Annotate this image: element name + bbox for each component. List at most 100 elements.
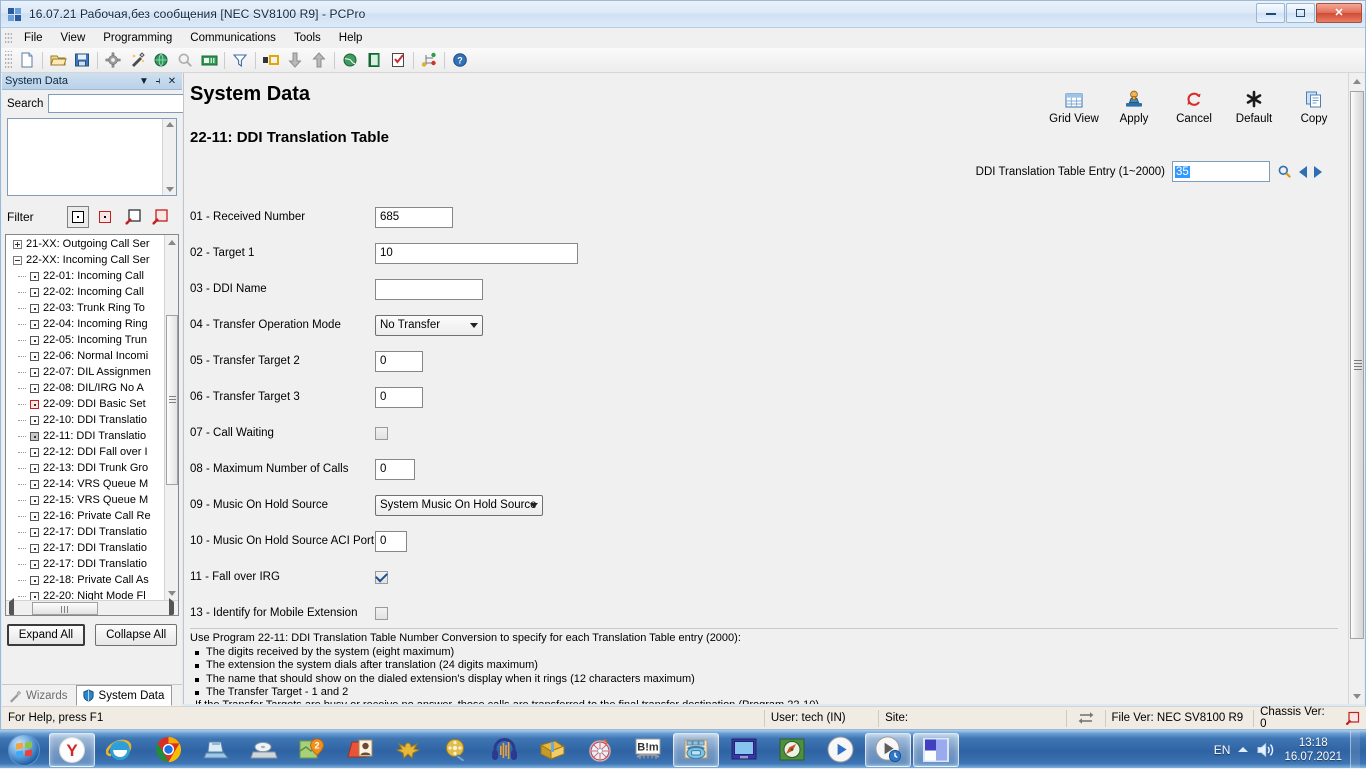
filter-all-icon[interactable]: [67, 206, 88, 228]
field-text-input[interactable]: 0: [375, 387, 423, 408]
show-desktop-button[interactable]: [1350, 731, 1360, 769]
taskbar-scanner[interactable]: [193, 733, 239, 767]
tree-item[interactable]: 22-18: Private Call As: [6, 572, 164, 588]
tree-scroll-up-icon[interactable]: [165, 235, 178, 249]
taskbar-contacts-card[interactable]: [337, 733, 383, 767]
connect-icon[interactable]: [259, 49, 283, 71]
tree-item[interactable]: 22-15: VRS Queue M: [6, 492, 164, 508]
help-globe-icon[interactable]: ?: [448, 49, 472, 71]
collapse-icon[interactable]: [13, 256, 22, 265]
tree-vertical-scrollbar[interactable]: [164, 235, 178, 600]
taskbar-pcpro-phone[interactable]: [673, 733, 719, 767]
minimize-button[interactable]: [1256, 3, 1285, 23]
dock-pin-icon[interactable]: ⫞: [151, 76, 165, 87]
menu-programming[interactable]: Programming: [94, 30, 181, 46]
search-input[interactable]: [48, 94, 198, 113]
filter-modified-uploaded-icon[interactable]: [150, 206, 171, 228]
taskbar-blm-app[interactable]: B!m: [625, 733, 671, 767]
field-text-input[interactable]: 0: [375, 351, 423, 372]
tree-scroll-right-icon[interactable]: [169, 602, 174, 614]
tree-item[interactable]: 22-05: Incoming Trun: [6, 332, 164, 348]
filter-uploaded-icon[interactable]: [122, 206, 143, 228]
tree-item[interactable]: 22-14: VRS Queue M: [6, 476, 164, 492]
tab-wizards[interactable]: Wizards: [2, 686, 76, 706]
search-results-list[interactable]: [7, 118, 177, 196]
taskbar-remote-desktop[interactable]: [721, 733, 767, 767]
field-text-input[interactable]: 10: [375, 243, 578, 264]
tree-item[interactable]: 22-04: Incoming Ring: [6, 316, 164, 332]
field-dropdown[interactable]: No Transfer: [375, 315, 483, 336]
menu-grip[interactable]: [5, 31, 12, 45]
taskbar-internet-explorer[interactable]: [97, 733, 143, 767]
tree-item[interactable]: 22-08: DIL/IRG No A: [6, 380, 164, 396]
entry-input[interactable]: 35: [1172, 161, 1270, 182]
taskbar-maps-2gis[interactable]: 2: [289, 733, 335, 767]
filter-icon[interactable]: [228, 49, 252, 71]
start-button[interactable]: [0, 732, 48, 768]
field-text-input[interactable]: [375, 279, 483, 300]
field-checkbox[interactable]: [375, 427, 388, 440]
field-text-input[interactable]: 0: [375, 459, 415, 480]
field-dropdown[interactable]: System Music On Hold Source: [375, 495, 543, 516]
chevron-down-icon[interactable]: [465, 316, 482, 335]
tree-item[interactable]: 22-02: Incoming Call: [6, 284, 164, 300]
collapse-all-button[interactable]: Collapse All: [95, 624, 177, 646]
nodes-icon[interactable]: [417, 49, 441, 71]
tree-scroll-left-icon[interactable]: [9, 602, 14, 614]
program-tree[interactable]: 21-XX: Outgoing Call Ser22-XX: Incoming …: [5, 234, 179, 616]
dock-close-icon[interactable]: ✕: [165, 76, 179, 87]
menu-help[interactable]: Help: [330, 30, 372, 46]
field-checkbox[interactable]: [375, 571, 388, 584]
wand-icon[interactable]: [125, 49, 149, 71]
filter-changed-icon[interactable]: [95, 206, 116, 228]
main-scroll-down-icon[interactable]: [1349, 688, 1364, 704]
taskbar-yandex-browser[interactable]: Y: [49, 733, 95, 767]
close-button[interactable]: ✕: [1316, 3, 1362, 23]
tree-item[interactable]: 22-01: Incoming Call: [6, 268, 164, 284]
tree-item[interactable]: 22-10: DDI Translatio: [6, 412, 164, 428]
language-indicator[interactable]: EN: [1214, 743, 1231, 757]
menu-tools[interactable]: Tools: [285, 30, 330, 46]
taskbar-media-player-classic[interactable]: [865, 733, 911, 767]
tree-item[interactable]: 22-11: DDI Translatio: [6, 428, 164, 444]
book-icon[interactable]: [362, 49, 386, 71]
taskbar-nero-burn[interactable]: [577, 733, 623, 767]
tree-item[interactable]: 21-XX: Outgoing Call Ser: [6, 236, 164, 252]
taskbar-disc-drive[interactable]: [241, 733, 287, 767]
globe-icon[interactable]: [149, 49, 173, 71]
prev-entry-icon[interactable]: [1299, 166, 1307, 178]
tree-item[interactable]: 22-06: Normal Incomi: [6, 348, 164, 364]
save-disk-icon[interactable]: [70, 49, 94, 71]
menu-communications[interactable]: Communications: [181, 30, 285, 46]
status-alert-icon[interactable]: [1345, 711, 1360, 726]
expand-icon[interactable]: [13, 240, 22, 249]
download-arrow-icon[interactable]: [283, 49, 307, 71]
tree-item[interactable]: 22-17: DDI Translatio: [6, 556, 164, 572]
tree-item[interactable]: 22-20: Night Mode Fl: [6, 588, 164, 600]
search-icon[interactable]: [173, 49, 197, 71]
open-folder-icon[interactable]: [46, 49, 70, 71]
tab-system-data[interactable]: System Data: [76, 685, 173, 706]
field-text-input[interactable]: 685: [375, 207, 453, 228]
grid-view-button[interactable]: Grid View: [1044, 77, 1104, 125]
chevron-up-icon[interactable]: [1238, 747, 1248, 752]
tree-item[interactable]: 22-03: Trunk Ring To: [6, 300, 164, 316]
tree-item[interactable]: 22-13: DDI Trunk Gro: [6, 460, 164, 476]
taskbar-media-player[interactable]: [817, 733, 863, 767]
taskbar-audacity[interactable]: [481, 733, 527, 767]
copy-button[interactable]: Copy: [1284, 77, 1344, 125]
default-button[interactable]: Default: [1224, 77, 1284, 125]
taskbar-google-chrome[interactable]: [145, 733, 191, 767]
tree-item[interactable]: 22-07: DIL Assignmen: [6, 364, 164, 380]
tree-item[interactable]: 22-09: DDI Basic Set: [6, 396, 164, 412]
search-results-scrollbar[interactable]: [162, 119, 176, 195]
chevron-down-icon[interactable]: [525, 496, 542, 515]
taskbar-film-reel[interactable]: [433, 733, 479, 767]
taskbar-clock[interactable]: 13:18 16.07.2021: [1284, 736, 1342, 764]
world-clock-icon[interactable]: [338, 49, 362, 71]
taskbar-compass-app[interactable]: [769, 733, 815, 767]
menu-view[interactable]: View: [52, 30, 95, 46]
tree-scroll-thumb[interactable]: [166, 315, 178, 485]
sync-arrows-icon[interactable]: [1067, 707, 1105, 729]
tree-item[interactable]: 22-XX: Incoming Call Ser: [6, 252, 164, 268]
